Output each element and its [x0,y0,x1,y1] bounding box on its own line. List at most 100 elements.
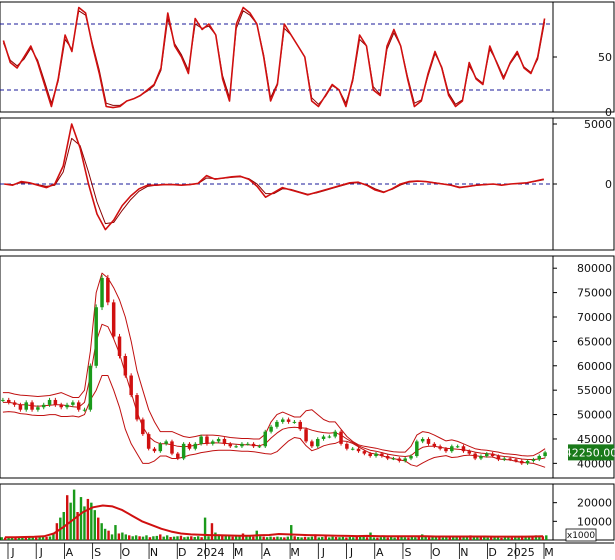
candle-body [467,451,472,454]
volume-bar [24,537,28,540]
candle-body [508,458,512,460]
volume-bar [34,537,38,540]
price-tick-label: 75000 [577,287,612,300]
candle-body [129,375,133,396]
candle-body [146,434,151,449]
volume-bar [128,535,131,540]
volume-bar [93,510,96,540]
volume-bar [117,533,121,540]
price-tick-label: 65000 [577,335,612,348]
candle-body [76,402,81,410]
candle-body [164,441,168,444]
candle-body [82,409,87,411]
candle-body [350,448,355,450]
volume-bar [379,537,383,540]
candle-body [315,438,320,447]
candle-body [490,453,495,457]
volume-bar [107,530,110,540]
volume-bar [245,536,248,540]
volume-bar [176,536,179,540]
volume-panel: 10000 20000 x1000 [0,483,615,542]
volume-bar [283,537,286,540]
month-label: S [404,546,411,559]
volume-bar [317,537,321,540]
candle-body [520,460,524,464]
candle-body [234,446,238,448]
volume-bar [376,537,379,540]
volume-bar [393,537,396,540]
volume-bar [131,536,134,540]
price-tick-label: 80000 [577,262,612,275]
volume-bar [103,528,107,540]
volume-bar [348,537,352,540]
volume-bar [510,537,514,540]
volume-bar [45,536,48,540]
candle-body [438,446,442,449]
candle-body [257,446,262,448]
volume-bar [196,536,200,540]
volume-bar [190,536,193,540]
candle-body [246,443,250,445]
volume-bar [545,535,548,540]
candle-body [310,441,314,447]
month-label: A [263,546,271,559]
candle-body [117,336,122,357]
candle-body [403,458,407,461]
candle-body [24,402,28,410]
volume-bar [407,537,410,540]
volume-bar [303,536,307,540]
candle-body [170,441,174,454]
candle-body [135,395,139,420]
candle-body [228,443,233,447]
volume-bar [141,536,145,540]
time-axis: J J A S O N D 2024 M A M J J A S O N D 2025 M [0,542,614,559]
candle-body [211,441,215,444]
volume-bar [331,536,334,540]
candle-body [304,429,308,442]
volume-bar [227,536,231,540]
volume-bar [293,536,296,540]
volume-bar [48,536,52,540]
candle-body [111,302,116,337]
volume-bar [241,533,245,540]
price-tick-label: 50000 [577,409,612,422]
volume-bar [203,517,207,540]
macd-signal-line [4,137,544,225]
volume-bar [279,537,283,540]
macd-line [4,123,544,231]
candle-body [455,446,460,448]
candle-body [141,419,145,435]
stoch-tick-label: 50 [598,51,612,64]
volume-bar [438,537,441,540]
volume-bar [414,537,417,540]
candle-body [327,436,332,438]
volume-bar [234,536,238,540]
volume-bar [114,525,117,540]
candle-body [380,453,384,457]
volume-bar [262,536,265,540]
candle-body [531,459,536,461]
candle-body [496,456,501,460]
candle-body [374,453,378,457]
volume-bar [296,537,300,540]
stock-chart: 050 05000 400004500050000550006000065000… [0,1,615,559]
volume-bar [100,523,103,540]
candle-body [397,458,402,461]
candle-body [181,443,186,459]
last-price-label: 42250.00 [565,446,615,459]
volume-bar [365,537,369,540]
stoch-main-line [2,6,546,109]
candle-body [1,399,5,401]
month-label: O [122,546,131,559]
month-label: M [544,546,554,559]
volume-bar [124,534,128,540]
candle-body [205,436,209,444]
volume-bar [179,535,183,540]
volume-bar [345,537,348,540]
volume-bar [489,537,493,540]
volume-bar [207,536,210,540]
volume-bar [66,495,69,540]
price-panel: 4000045000500005500060000650007000075000… [0,255,615,479]
candle-body [339,431,343,444]
candle-body [176,453,180,459]
